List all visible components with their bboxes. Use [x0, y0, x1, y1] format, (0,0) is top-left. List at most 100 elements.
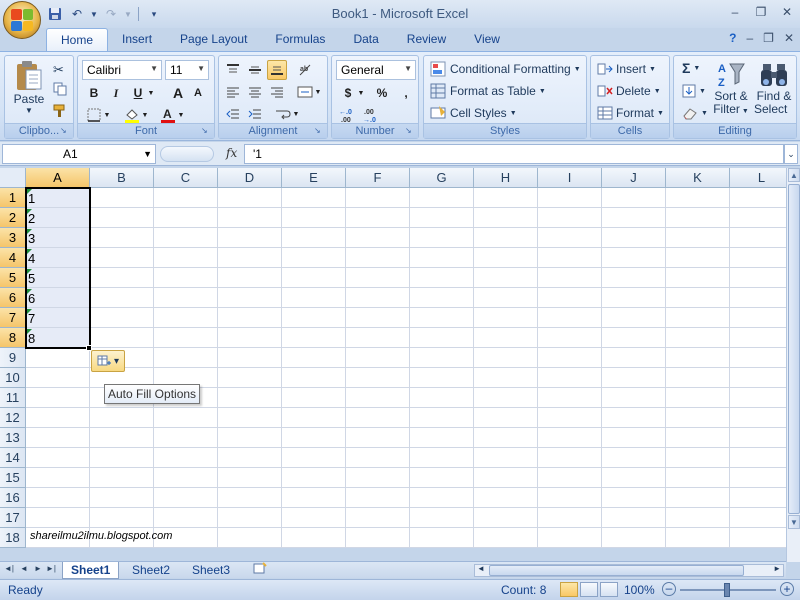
normal-view-button[interactable] — [560, 582, 578, 597]
insert-cells-button[interactable]: Insert ▼ — [597, 61, 656, 77]
font-color-icon[interactable]: A — [158, 105, 178, 125]
clipboard-dialog-launcher-icon[interactable]: ↘ — [60, 126, 70, 136]
save-icon[interactable] — [46, 5, 64, 23]
row-header-1[interactable]: 1 — [0, 188, 26, 208]
alignment-dialog-launcher-icon[interactable]: ↘ — [314, 126, 324, 136]
delete-cells-button[interactable]: Delete ▼ — [597, 83, 661, 99]
sheet-tab-sheet3[interactable]: Sheet3 — [184, 562, 238, 579]
row-header-14[interactable]: 14 — [0, 448, 26, 468]
tab-data[interactable]: Data — [339, 28, 392, 52]
comma-button[interactable]: , — [396, 83, 416, 103]
workbook-close-button[interactable]: ✕ — [784, 31, 794, 45]
column-header-d[interactable]: D — [218, 168, 282, 188]
fill-color-icon[interactable] — [122, 105, 142, 125]
fill-color-dropdown-icon[interactable]: ▼ — [140, 105, 150, 125]
customize-qat-icon[interactable]: ▾ — [145, 5, 163, 23]
first-sheet-icon[interactable]: ◄| — [4, 564, 14, 573]
formula-input[interactable]: '1 — [244, 144, 784, 164]
tab-view[interactable]: View — [460, 28, 514, 52]
sort-filter-button[interactable]: AZ Sort & Filter ▼ — [712, 60, 750, 118]
horizontal-scrollbar[interactable]: ◄ ► — [474, 564, 784, 577]
currency-button[interactable]: $ — [338, 83, 358, 103]
next-sheet-icon[interactable]: ► — [34, 564, 42, 573]
number-dialog-launcher-icon[interactable]: ↘ — [405, 126, 415, 136]
italic-button[interactable]: I — [106, 83, 126, 103]
vertical-scrollbar[interactable]: ▲ ▼ — [786, 168, 800, 562]
zoom-out-icon[interactable]: – — [662, 582, 676, 596]
insert-function-button[interactable]: fx — [226, 146, 237, 160]
scroll-right-icon[interactable]: ► — [773, 564, 781, 573]
row-header-8[interactable]: 8 — [0, 328, 26, 348]
cut-icon[interactable]: ✂ — [53, 62, 64, 78]
row-header-6[interactable]: 6 — [0, 288, 26, 308]
zoom-level[interactable]: 100% — [624, 583, 655, 597]
font-dialog-launcher-icon[interactable]: ↘ — [201, 126, 211, 136]
sheet-tab-sheet1[interactable]: Sheet1 — [62, 562, 120, 579]
row-header-15[interactable]: 15 — [0, 468, 26, 488]
decrease-decimal-button[interactable]: .00 →.0 — [362, 105, 382, 125]
last-sheet-icon[interactable]: ►| — [46, 564, 56, 573]
paste-button[interactable]: Paste ▼ — [9, 60, 49, 115]
increase-decimal-button[interactable]: ←.0.00 — [338, 105, 358, 125]
row-header-17[interactable]: 17 — [0, 508, 26, 528]
scroll-up-icon[interactable]: ▲ — [788, 168, 800, 182]
column-header-g[interactable]: G — [410, 168, 474, 188]
row-header-2[interactable]: 2 — [0, 208, 26, 228]
wrap-text-icon[interactable] — [273, 104, 293, 124]
office-button[interactable] — [3, 1, 41, 39]
workbook-restore-button[interactable]: ❐ — [763, 31, 774, 45]
row-header-11[interactable]: 11 — [0, 388, 26, 408]
format-painter-icon[interactable] — [53, 104, 67, 118]
undo-icon[interactable]: ↶ — [68, 5, 86, 23]
format-as-table-button[interactable]: Format as Table ▼ — [430, 83, 546, 99]
underline-dropdown-icon[interactable]: ▼ — [146, 83, 156, 103]
conditional-formatting-button[interactable]: Conditional Formatting ▼ — [430, 61, 581, 77]
align-bottom-icon[interactable] — [267, 60, 287, 80]
redo-dropdown-icon[interactable]: ▼ — [124, 5, 132, 23]
row-header-4[interactable]: 4 — [0, 248, 26, 268]
scroll-left-icon[interactable]: ◄ — [477, 564, 485, 573]
row-header-7[interactable]: 7 — [0, 308, 26, 328]
orientation-icon[interactable]: ab — [295, 60, 315, 80]
column-header-i[interactable]: I — [538, 168, 602, 188]
row-header-3[interactable]: 3 — [0, 228, 26, 248]
page-break-view-button[interactable] — [600, 582, 618, 597]
column-header-k[interactable]: K — [666, 168, 730, 188]
tab-review[interactable]: Review — [393, 28, 460, 52]
restore-button[interactable]: ❐ — [752, 4, 770, 20]
row-header-10[interactable]: 10 — [0, 368, 26, 388]
column-header-e[interactable]: E — [282, 168, 346, 188]
font-name-select[interactable]: Calibri ▼ — [82, 60, 162, 80]
row-header-13[interactable]: 13 — [0, 428, 26, 448]
copy-icon[interactable] — [53, 82, 67, 96]
bold-button[interactable]: B — [84, 83, 104, 103]
borders-dropdown-icon[interactable]: ▼ — [102, 105, 112, 125]
column-header-j[interactable]: J — [602, 168, 666, 188]
merge-center-icon[interactable] — [295, 82, 315, 102]
increase-indent-icon[interactable] — [245, 104, 265, 124]
workbook-minimize-button[interactable]: – — [746, 31, 753, 45]
decrease-indent-icon[interactable] — [223, 104, 243, 124]
worksheet-grid[interactable]: ABCDEFGHIJKL 1 2 3 4 5 6 7 8 9 10 11 12 13 14 15 16 17 18… — [0, 168, 786, 548]
tab-page-layout[interactable]: Page Layout — [166, 28, 261, 52]
name-box[interactable]: A1 ▼ — [2, 144, 156, 164]
align-center-icon[interactable] — [245, 82, 265, 102]
undo-dropdown-icon[interactable]: ▼ — [90, 5, 98, 23]
close-button[interactable]: ✕ — [778, 4, 796, 20]
row-header-5[interactable]: 5 — [0, 268, 26, 288]
sheet-tab-sheet2[interactable]: Sheet2 — [124, 562, 178, 579]
fill-button[interactable]: ▼ — [682, 84, 706, 98]
underline-button[interactable]: U — [128, 83, 148, 103]
insert-sheet-icon[interactable] — [244, 562, 276, 579]
scroll-down-icon[interactable]: ▼ — [788, 515, 800, 529]
grow-font-button[interactable]: A — [168, 83, 188, 103]
page-layout-view-button[interactable] — [580, 582, 598, 597]
format-cells-button[interactable]: Format ▼ — [597, 105, 664, 121]
column-header-h[interactable]: H — [474, 168, 538, 188]
auto-fill-options-button[interactable]: ▾ — [91, 350, 125, 372]
column-header-l[interactable]: L — [730, 168, 786, 188]
borders-icon[interactable] — [84, 105, 104, 125]
cell-styles-button[interactable]: Cell Styles ▼ — [430, 105, 517, 121]
zoom-in-icon[interactable]: + — [780, 582, 794, 596]
merge-dropdown-icon[interactable]: ▼ — [313, 82, 323, 102]
